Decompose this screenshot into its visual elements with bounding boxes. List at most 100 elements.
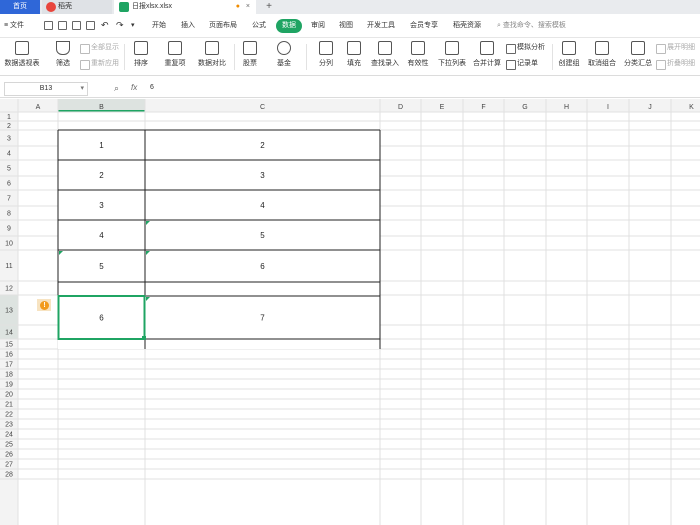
menu-docer-resources[interactable]: 稻壳资源	[453, 19, 481, 33]
row-header-18[interactable]: 18	[5, 372, 13, 379]
cell-b-value[interactable]: 3	[99, 201, 104, 210]
dropdown-list-button[interactable]: 下拉列表	[436, 40, 468, 74]
row-header-25[interactable]: 25	[5, 442, 13, 449]
validation-button[interactable]: 有效性	[404, 40, 432, 74]
menu-view[interactable]: 视图	[339, 19, 353, 33]
menu-insert[interactable]: 插入	[181, 19, 195, 33]
row-header-13[interactable]: 13	[5, 308, 13, 315]
create-group-button[interactable]: 创建组	[556, 40, 582, 74]
menu-formulas[interactable]: 公式	[252, 19, 266, 33]
row-header-10[interactable]: 10	[5, 241, 13, 248]
cell-c-value[interactable]: 6	[260, 262, 265, 271]
customize-dropdown-icon[interactable]: ▾	[131, 19, 135, 33]
what-if-analysis-button[interactable]: 模拟分析	[506, 42, 545, 54]
column-header-a[interactable]: A	[36, 104, 41, 111]
row-header-20[interactable]: 20	[5, 392, 13, 399]
record-form-button[interactable]: 记录单	[506, 58, 538, 70]
row-header-1[interactable]: 1	[7, 114, 11, 121]
menu-data[interactable]: 数据	[276, 19, 302, 33]
print-icon[interactable]	[72, 21, 81, 30]
collapse-detail-button[interactable]: 折叠明细	[656, 58, 695, 70]
row-header-9[interactable]: 9	[7, 226, 11, 233]
row-header-14[interactable]: 14	[5, 330, 13, 337]
column-header-g[interactable]: G	[522, 104, 527, 111]
print-preview-icon[interactable]	[58, 21, 67, 30]
cell-b-value[interactable]: 5	[99, 262, 104, 271]
warning-icon[interactable]: !	[40, 301, 49, 310]
new-tab-button[interactable]: +	[262, 0, 276, 14]
row-header-12[interactable]: 12	[5, 286, 13, 293]
duplicates-button[interactable]: 重复项	[160, 40, 190, 74]
formula-input[interactable]: 6	[150, 84, 154, 91]
column-header-i[interactable]: I	[607, 104, 609, 111]
zoom-search-icon[interactable]: ⌕	[114, 83, 119, 94]
menu-member[interactable]: 会员专享	[410, 19, 438, 33]
show-all-button[interactable]: 全部显示	[80, 42, 119, 54]
split-column-button[interactable]: 分列	[314, 40, 338, 74]
row-header-21[interactable]: 21	[5, 402, 13, 409]
insert-function-button[interactable]: fx	[131, 83, 137, 92]
row-header-4[interactable]: 4	[7, 151, 11, 158]
row-header-19[interactable]: 19	[5, 382, 13, 389]
reapply-button[interactable]: 重新应用	[80, 58, 119, 70]
row-header-3[interactable]: 3	[7, 136, 11, 143]
column-header-c[interactable]: C	[260, 104, 265, 111]
row-header-28[interactable]: 28	[5, 472, 13, 479]
export-icon[interactable]	[86, 21, 95, 30]
lookup-entry-button[interactable]: 查找录入	[370, 40, 400, 74]
consolidate-button[interactable]: 合并计算	[472, 40, 502, 74]
command-search[interactable]: ⌕ 查找命令、搜索模板	[497, 19, 566, 33]
row-header-17[interactable]: 17	[5, 362, 13, 369]
row-header-11[interactable]: 11	[5, 263, 12, 270]
row-header-7[interactable]: 7	[7, 196, 11, 203]
compare-button[interactable]: 数据对比	[194, 40, 230, 74]
close-tab-button[interactable]: ×	[246, 0, 250, 14]
save-icon[interactable]	[44, 21, 53, 30]
file-menu[interactable]: ≡ 文件	[4, 19, 24, 33]
tab-docer[interactable]: 稻壳	[42, 0, 112, 14]
menu-developer[interactable]: 开发工具	[367, 19, 395, 33]
column-header-j[interactable]: J	[648, 104, 652, 111]
column-header-e[interactable]: E	[440, 104, 445, 111]
tab-home[interactable]: 首页	[0, 0, 40, 14]
pivot-table-button[interactable]: 数据透视表	[4, 40, 40, 74]
undo-icon[interactable]: ↶	[101, 18, 109, 32]
cell-c-value[interactable]: 5	[260, 231, 265, 240]
ungroup-button[interactable]: 取消组合	[584, 40, 620, 74]
row-header-8[interactable]: 8	[7, 211, 11, 218]
fill-button[interactable]: 填充	[342, 40, 366, 74]
stock-button[interactable]: 股票	[238, 40, 262, 74]
fund-button[interactable]: 基金	[272, 40, 296, 74]
spreadsheet-grid[interactable]: A B C D E F G H I J K 1 2 3 4 5 6 7 8 9 10 11 12 13 14 15 16 17 18 19…	[0, 99, 700, 525]
row-header-22[interactable]: 22	[5, 412, 13, 419]
row-header-16[interactable]: 16	[5, 352, 13, 359]
cell-c-value[interactable]: 4	[260, 201, 265, 210]
cell-b-value[interactable]: 1	[99, 141, 104, 150]
fill-handle[interactable]	[142, 336, 146, 340]
tab-workbook[interactable]: 日报xlsx.xlsx ● ×	[114, 0, 256, 14]
cell-b-value[interactable]: 4	[99, 231, 104, 240]
column-header-h[interactable]: H	[564, 104, 569, 111]
redo-icon[interactable]: ↷	[116, 18, 124, 32]
row-header-5[interactable]: 5	[7, 166, 11, 173]
row-header-23[interactable]: 23	[5, 422, 13, 429]
row-header-6[interactable]: 6	[7, 181, 11, 188]
row-header-2[interactable]: 2	[7, 123, 11, 130]
cell-b-value[interactable]: 6	[99, 314, 104, 323]
row-header-26[interactable]: 26	[5, 452, 13, 459]
cell-b-value[interactable]: 2	[99, 171, 104, 180]
row-header-27[interactable]: 27	[5, 462, 13, 469]
name-box[interactable]: B13 ▾	[4, 82, 88, 96]
cell-c-value[interactable]: 7	[260, 314, 265, 323]
column-header-f[interactable]: F	[481, 104, 485, 111]
sheet-canvas[interactable]: A B C D E F G H I J K12345678910111213141516171819…	[0, 99, 700, 525]
column-header-b[interactable]: B	[99, 104, 104, 111]
column-header-k[interactable]: K	[689, 104, 694, 111]
sort-button[interactable]: 排序	[128, 40, 154, 74]
menu-page-layout[interactable]: 页面布局	[209, 19, 237, 33]
column-header-d[interactable]: D	[398, 104, 403, 111]
row-header-15[interactable]: 15	[5, 342, 13, 349]
filter-button[interactable]: 筛选	[50, 40, 76, 74]
subtotal-button[interactable]: 分类汇总	[622, 40, 654, 74]
menu-review[interactable]: 审阅	[311, 19, 325, 33]
